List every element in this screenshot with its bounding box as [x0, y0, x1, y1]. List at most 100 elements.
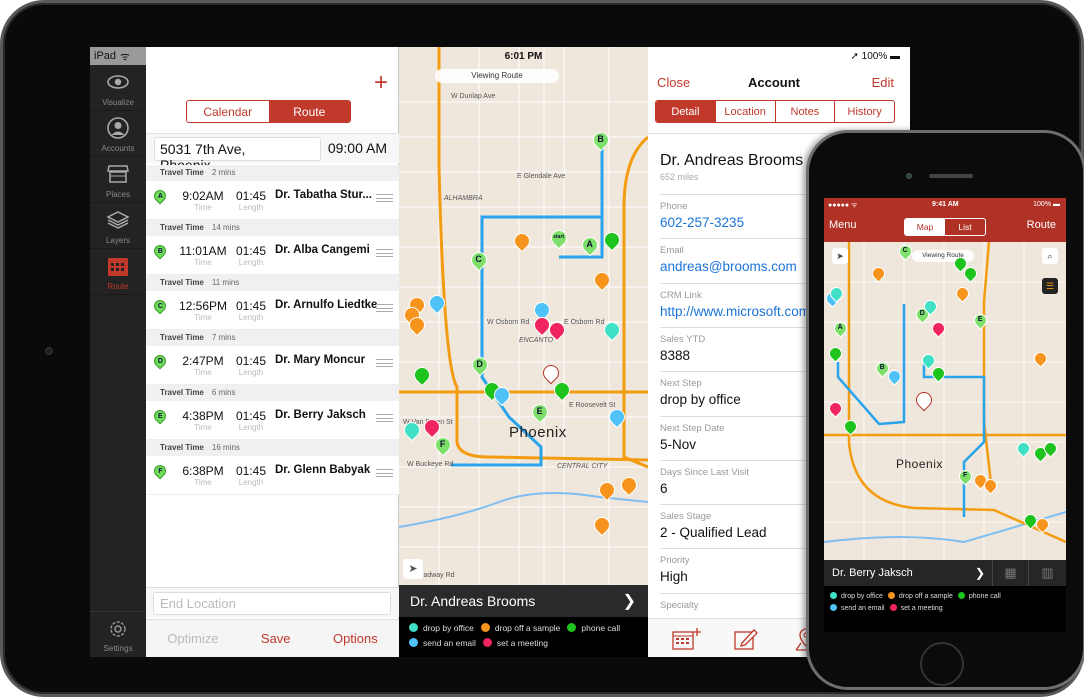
time-caption: Time: [194, 203, 212, 212]
stop-name: Dr. Mary Moncur: [275, 354, 366, 366]
selected-account-bar[interactable]: Dr. Andreas Brooms ❯: [399, 585, 648, 617]
stop-length: 01:45: [235, 244, 267, 258]
save-button[interactable]: Save: [261, 631, 291, 646]
route-stop-row[interactable]: F 6:38PM Time 01:45 Length Dr. Glenn Bab…: [146, 456, 399, 495]
person-icon: [106, 116, 130, 140]
home-button[interactable]: [920, 642, 964, 686]
search-button[interactable]: ⌕: [1042, 248, 1058, 264]
drag-handle-icon[interactable]: [376, 249, 393, 257]
stop-marker-letter: E: [158, 412, 163, 420]
travel-time-row: Travel Time 14 mins: [146, 220, 399, 236]
stop-marker-icon: D: [151, 352, 169, 370]
field-value: 6: [660, 480, 668, 496]
legend-label: send an email: [841, 605, 885, 612]
tab-route[interactable]: Route: [268, 101, 350, 122]
start-time[interactable]: 09:00 AM: [328, 140, 387, 156]
stop-name: Dr. Berry Jaksch: [275, 409, 366, 421]
field-value[interactable]: andreas@brooms.com: [660, 259, 797, 274]
drag-handle-icon[interactable]: [376, 469, 393, 477]
legend-dot: [480, 623, 490, 632]
drag-handle-icon[interactable]: [376, 414, 393, 422]
tab-location[interactable]: Location: [714, 101, 775, 122]
legend-item: phone call: [567, 621, 620, 636]
drag-handle-icon[interactable]: [376, 359, 393, 367]
route-stop-row[interactable]: B 11:01AM Time 01:45 Length Dr. Alba Can…: [146, 236, 399, 275]
route-map[interactable]: 6:01 PM Viewing Route W Dunlap Ave E Gle…: [399, 47, 648, 585]
legend-label: drop off a sample: [494, 623, 561, 633]
edit-icon[interactable]: [734, 627, 760, 650]
account-tabs: Detail Location Notes History: [655, 100, 895, 123]
tab-list[interactable]: List: [945, 219, 985, 235]
calendar-add-button[interactable]: ▦: [992, 560, 1028, 586]
stop-time: 9:02AM: [182, 189, 224, 203]
battery-percent: 100%: [861, 51, 888, 62]
sidebar-item-places[interactable]: Places: [90, 157, 146, 203]
status-time: 9:41 AM: [932, 201, 959, 208]
sidebar-item-visualize[interactable]: Visualize: [90, 65, 146, 111]
route-button[interactable]: Route: [1027, 219, 1056, 231]
tab-map[interactable]: Map: [905, 219, 945, 235]
stop-marker-icon: C: [151, 297, 169, 315]
tab-calendar[interactable]: Calendar: [187, 101, 269, 122]
legend-dot: [409, 638, 418, 647]
drag-handle-icon[interactable]: [376, 304, 393, 312]
stop-name: Dr. Glenn Babyak: [275, 464, 371, 476]
route-stop-row[interactable]: E 4:38PM Time 01:45 Length Dr. Berry Jak…: [146, 401, 399, 440]
length-caption: Length: [238, 203, 264, 212]
start-location-input[interactable]: 5031 7th Ave, Phoenix,...: [154, 137, 321, 173]
stop-marker-letter: B: [157, 247, 163, 255]
stop-marker-icon: E: [151, 407, 169, 425]
field-value[interactable]: http://www.microsoft.com: [660, 304, 810, 319]
account-navbar: Close Account Edit: [648, 75, 910, 95]
route-stop-row[interactable]: A 9:02AM Time 01:45 Length Dr. Tabatha S…: [146, 181, 399, 220]
selected-account-bar[interactable]: Dr. Berry Jaksch ❯ ▦ ▥: [824, 560, 1066, 586]
battery-status: ➚ 100% ▬: [850, 51, 900, 62]
add-button[interactable]: +: [374, 69, 388, 97]
field-label: Days Since Last Visit: [660, 466, 750, 478]
travel-time-row: Travel Time 6 mins: [146, 385, 399, 401]
length-caption: Length: [238, 258, 264, 267]
length-caption: Length: [238, 313, 264, 322]
travel-time-value: 11 mins: [211, 278, 240, 287]
layers-toggle-button[interactable]: ☰: [1042, 278, 1058, 294]
route-stop-row[interactable]: C 12:56PM Time 01:45 Length Dr. Arnulfo …: [146, 291, 399, 330]
iphone-map[interactable]: ➤ Viewing Route ⌕ ☰ Phoenix ABCDEF: [824, 242, 1066, 560]
sidebar-item-accounts[interactable]: Accounts: [90, 111, 146, 157]
travel-time-label: Travel Time: [160, 388, 204, 397]
stop-marker-letter: C: [157, 302, 163, 310]
optimize-button[interactable]: Optimize: [167, 631, 218, 646]
route-stop-row[interactable]: D 2:47PM Time 01:45 Length Dr. Mary Monc…: [146, 346, 399, 385]
status-bar: iPad ᯤ: [90, 47, 146, 65]
field-label: CRM Link: [660, 289, 702, 301]
map-button[interactable]: ▥: [1028, 560, 1066, 586]
locate-me-button[interactable]: ➤: [832, 248, 848, 264]
legend-dot: [567, 623, 577, 632]
tab-notes[interactable]: Notes: [774, 101, 835, 122]
iphone-navbar: ●●●●● ᯤ 9:41 AM 100% ▬ Menu Map List Rou…: [824, 198, 1066, 242]
end-location-input[interactable]: End Location: [153, 592, 391, 615]
iphone-map-streets: [824, 242, 1066, 560]
account-name: Dr. Andreas Brooms: [660, 152, 804, 169]
account-title: Account: [748, 75, 800, 90]
field-value[interactable]: 602-257-3235: [660, 215, 744, 230]
travel-time-row: Travel Time 2 mins: [146, 165, 399, 181]
locate-me-button[interactable]: ➤: [403, 559, 423, 579]
menu-button[interactable]: Menu: [829, 219, 857, 231]
map-label: ENCANTO: [519, 337, 554, 344]
field-label: Sales Stage: [660, 511, 712, 523]
tab-detail[interactable]: Detail: [656, 101, 715, 122]
field-label: Sales YTD: [660, 333, 706, 345]
time-caption: Time: [194, 313, 212, 322]
calendar-add-icon[interactable]: [672, 627, 701, 650]
sidebar-item-settings[interactable]: Settings: [90, 611, 146, 657]
travel-time-label: Travel Time: [160, 443, 204, 452]
map-label: W Buckeye Rd: [407, 461, 454, 468]
options-button[interactable]: Options: [333, 631, 378, 646]
tab-history[interactable]: History: [834, 101, 894, 122]
sidebar-item-route[interactable]: Route: [90, 249, 146, 295]
drag-handle-icon[interactable]: [376, 194, 393, 202]
sidebar-item-layers[interactable]: Layers: [90, 203, 146, 249]
close-button[interactable]: Close: [657, 75, 690, 90]
edit-button[interactable]: Edit: [872, 75, 894, 90]
field-label: Priority: [660, 555, 690, 567]
